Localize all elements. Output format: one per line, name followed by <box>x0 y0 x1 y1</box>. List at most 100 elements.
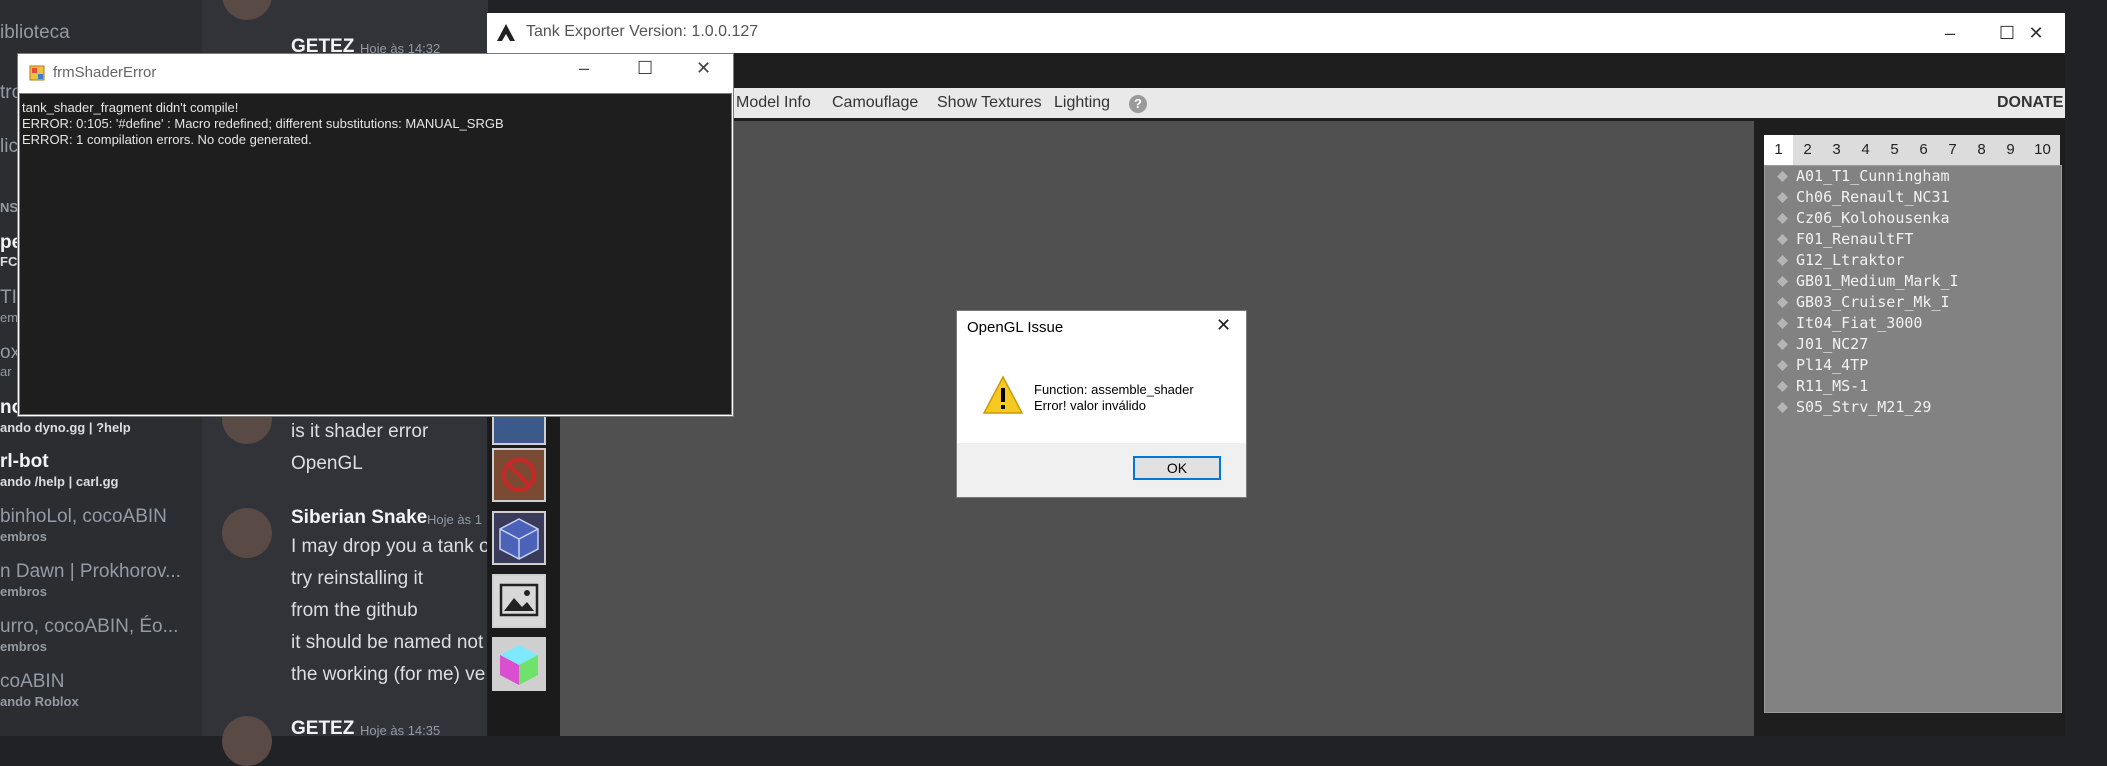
list-item[interactable]: Ch06_Renault_NC31 <box>1765 188 1950 208</box>
maximize-icon[interactable]: ☐ <box>637 58 653 79</box>
menu-lighting[interactable]: Lighting <box>1054 94 1110 112</box>
window-title: Tank Exporter Version: 1.0.0.127 <box>526 23 759 40</box>
dialog-title: OpenGL Issue <box>967 319 1064 336</box>
tank-name: It04_Fiat_3000 <box>1796 314 1923 332</box>
list-item[interactable]: It04_Fiat_3000 <box>1765 314 1922 334</box>
sidebar-dm-name[interactable]: TI <box>0 287 17 309</box>
tab-tier-4[interactable]: 4 <box>1851 135 1880 165</box>
form-icon <box>29 65 45 86</box>
error-line: tank_shader_fragment didn't compile! <box>22 100 239 115</box>
dialog-message-line: Function: assemble_shader <box>1034 382 1194 397</box>
shader-error-window: frmShaderError – ☐ ✕ tank_shader_fragmen… <box>17 53 734 417</box>
tank-name: Pl14_4TP <box>1796 356 1869 374</box>
error-line: ERROR: 1 compilation errors. No code gen… <box>22 132 312 147</box>
sidebar-group-dm[interactable]: binhoLol, cocoABIN <box>0 506 167 528</box>
message-line: OpenGL <box>291 453 363 474</box>
diamond-icon <box>1777 357 1788 371</box>
tab-tier-8[interactable]: 8 <box>1967 135 1996 165</box>
sidebar-group-dm[interactable]: n Dawn | Prokhorov... <box>0 561 181 583</box>
opengl-issue-dialog: OpenGL Issue ✕ Function: assemble_shader… <box>956 310 1247 498</box>
tank-name: G12_Ltraktor <box>1796 251 1905 269</box>
diamond-icon <box>1777 294 1788 308</box>
sidebar-dm-carl-bot[interactable]: rl-bot <box>0 451 49 473</box>
tab-tier-5[interactable]: 5 <box>1880 135 1909 165</box>
dialog-footer: OK <box>957 443 1246 497</box>
list-item[interactable]: F01_RenaultFT <box>1765 230 1913 250</box>
close-icon[interactable]: ✕ <box>2007 13 2065 53</box>
close-icon[interactable]: ✕ <box>696 58 711 79</box>
tank-name: Ch06_Renault_NC31 <box>1796 188 1950 206</box>
list-item[interactable]: Pl14_4TP <box>1765 356 1868 376</box>
list-item[interactable]: G12_Ltraktor <box>1765 251 1904 271</box>
close-icon[interactable]: ✕ <box>1216 315 1231 336</box>
list-item[interactable]: R11_MS-1 <box>1765 377 1868 397</box>
message-line: it should be named not <box>291 632 484 653</box>
message-author[interactable]: Siberian Snake <box>291 507 427 529</box>
sidebar-dm-name[interactable]: coABIN <box>0 671 64 693</box>
avatar[interactable] <box>222 716 272 766</box>
tab-tier-1[interactable]: 1 <box>1764 135 1793 165</box>
dialog-message-line: Error! valor inválido <box>1034 398 1146 413</box>
tank-tier-tabs: 1 2 3 4 5 6 7 8 9 10 <box>1764 135 2060 165</box>
color-cube-icon[interactable] <box>492 637 546 691</box>
message-line: the working (for me) ve <box>291 664 486 685</box>
title-bar[interactable]: Tank Exporter Version: 1.0.0.127 – ☐ ✕ <box>487 13 2065 53</box>
minimize-icon[interactable]: – <box>579 58 589 79</box>
tank-name: F01_RenaultFT <box>1796 230 1914 248</box>
tab-tier-9[interactable]: 9 <box>1996 135 2025 165</box>
tab-tier-2[interactable]: 2 <box>1793 135 1822 165</box>
avatar[interactable] <box>222 0 272 20</box>
sidebar-dm-status: ando /help | carl.gg <box>0 474 119 489</box>
sidebar-dm-status: ando Roblox <box>0 694 79 709</box>
sidebar-dm-status: embros <box>0 639 47 654</box>
menu-camouflage[interactable]: Camouflage <box>832 94 918 112</box>
sidebar-fragment[interactable]: lic <box>0 136 18 158</box>
help-icon[interactable]: ? <box>1129 95 1147 113</box>
tab-tier-10[interactable]: 10 <box>2025 135 2060 165</box>
donate-button[interactable]: DONATE <box>1997 94 2063 112</box>
list-item[interactable]: J01_NC27 <box>1765 335 1868 355</box>
tab-tier-3[interactable]: 3 <box>1822 135 1851 165</box>
message-line: from the github <box>291 600 418 621</box>
cube-grid-icon[interactable] <box>492 511 546 565</box>
tab-tier-7[interactable]: 7 <box>1938 135 1967 165</box>
sidebar-dm-status: em <box>0 310 19 325</box>
title-bar[interactable]: frmShaderError – ☐ ✕ <box>18 54 733 92</box>
sidebar-dm-status: embros <box>0 529 47 544</box>
list-item[interactable]: GB03_Cruiser_Mk_I <box>1765 293 1950 313</box>
list-item[interactable]: S05_Strv_M21_29 <box>1765 398 1931 418</box>
diamond-icon <box>1777 189 1788 203</box>
message-author[interactable]: GETEZ <box>291 718 354 740</box>
tank-list: A01_T1_Cunningham Ch06_Renault_NC31 Cz06… <box>1764 165 2062 713</box>
menu-model-info[interactable]: Model Info <box>736 94 811 112</box>
warning-icon <box>982 375 1024 420</box>
error-line: ERROR: 0:105: '#define' : Macro redefine… <box>22 116 504 131</box>
tab-tier-6[interactable]: 6 <box>1909 135 1938 165</box>
image-icon[interactable] <box>492 574 546 628</box>
ok-button[interactable]: OK <box>1133 456 1221 480</box>
minimize-icon[interactable]: – <box>1921 13 1979 53</box>
list-item[interactable]: Cz06_Kolohousenka <box>1765 209 1950 229</box>
tank-name: GB01_Medium_Mark_I <box>1796 272 1959 290</box>
diamond-icon <box>1777 273 1788 287</box>
message-line: try reinstalling it <box>291 568 423 589</box>
menu-show-textures[interactable]: Show Textures <box>937 94 1042 112</box>
diamond-icon <box>1777 378 1788 392</box>
diamond-icon <box>1777 336 1788 350</box>
sidebar-group-dm[interactable]: urro, cocoABIN, Éo... <box>0 616 178 638</box>
tank-name: GB03_Cruiser_Mk_I <box>1796 293 1950 311</box>
diamond-icon <box>1777 252 1788 266</box>
diamond-icon <box>1777 399 1788 413</box>
diamond-icon <box>1777 231 1788 245</box>
list-item[interactable]: GB01_Medium_Mark_I <box>1765 272 1959 292</box>
sidebar-biblioteca[interactable]: iblioteca <box>0 22 70 44</box>
diamond-icon <box>1777 315 1788 329</box>
no-texture-icon[interactable] <box>492 448 546 502</box>
list-item[interactable]: A01_T1_Cunningham <box>1765 167 1950 187</box>
diamond-icon <box>1777 168 1788 182</box>
sidebar-dm-status: ar <box>0 364 12 379</box>
avatar[interactable] <box>222 508 272 558</box>
window-title: frmShaderError <box>53 64 157 81</box>
shader-error-log[interactable]: tank_shader_fragment didn't compile! ERR… <box>19 93 732 415</box>
message-line: is it shader error <box>291 421 429 442</box>
